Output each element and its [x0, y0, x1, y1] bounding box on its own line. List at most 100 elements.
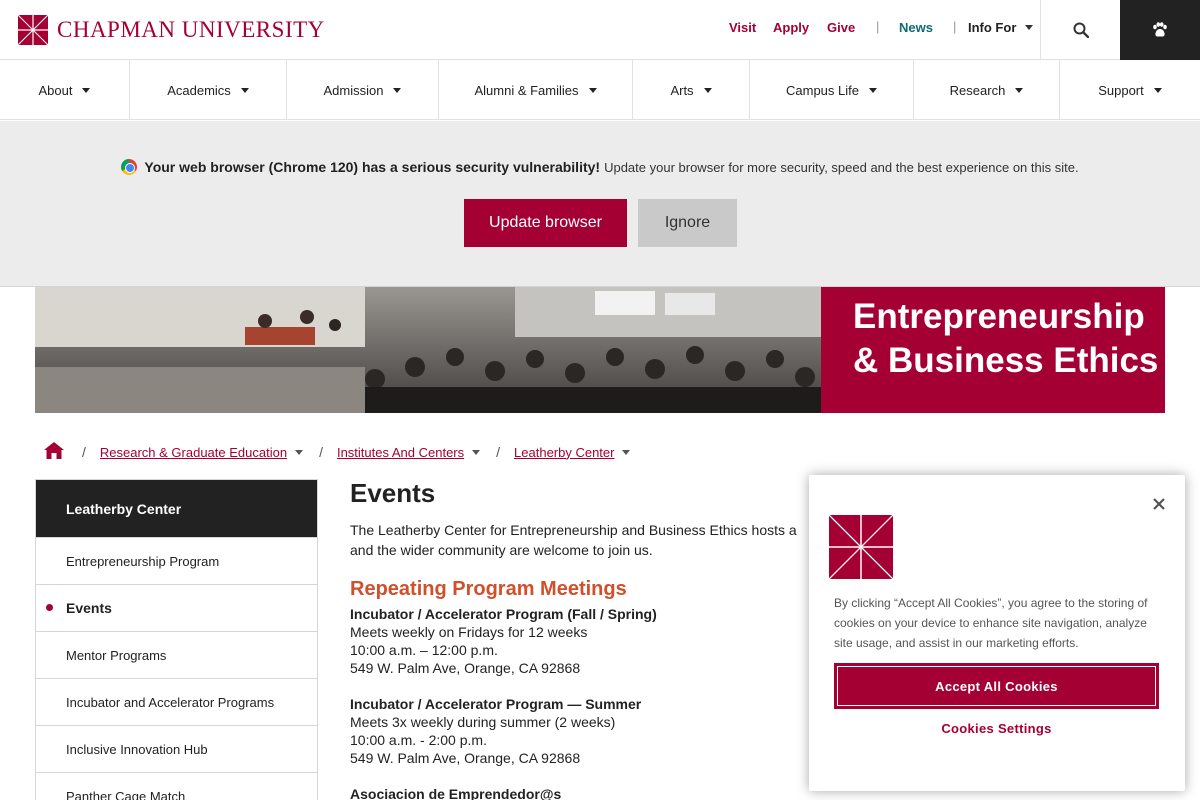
logo-mark-icon — [18, 15, 48, 45]
util-separator: | — [953, 19, 957, 34]
event-schedule: Meets 3x weekly during summer (2 weeks) — [350, 714, 616, 730]
hero-banner: Entrepreneurship & Business Ethics — [35, 287, 1165, 413]
home-button[interactable] — [44, 442, 64, 462]
breadcrumb-institutes[interactable]: Institutes And Centers — [337, 445, 464, 460]
event-title: Incubator / Accelerator Program — Summer — [350, 696, 642, 712]
chevron-down-icon — [240, 87, 249, 93]
sidebar-title[interactable]: Leatherby Center — [36, 480, 317, 537]
top-bar: CHAPMAN UNIVERSITY Visit Apply Give | Ne… — [0, 0, 1200, 60]
nav-label: About — [38, 82, 73, 98]
sidebar-item-label: Mentor Programs — [66, 647, 167, 663]
chevron-down-icon — [1015, 87, 1024, 93]
cookie-text: By clicking “Accept All Cookies”, you ag… — [834, 596, 1148, 650]
event-schedule: Meets weekly on Fridays for 12 weeks — [350, 624, 588, 640]
nav-arts[interactable]: Arts — [633, 60, 750, 120]
sidebar-item-mentor-programs[interactable]: Mentor Programs — [36, 631, 317, 678]
breadcrumb-leatherby[interactable]: Leatherby Center — [514, 445, 614, 460]
nav-label: Research — [949, 82, 1006, 98]
chevron-down-icon — [1153, 87, 1162, 93]
nav-campus-life[interactable]: Campus Life — [750, 60, 914, 120]
chrome-icon — [121, 159, 138, 175]
chevron-down-icon[interactable] — [622, 449, 631, 455]
search-icon — [1073, 22, 1089, 38]
chevron-down-icon — [393, 87, 402, 93]
nav-label: Academics — [167, 82, 231, 98]
event-item: Asociacion de Emprendedor@s — [350, 785, 810, 800]
sidebar-item-incubator-accelerator[interactable]: Incubator and Accelerator Programs — [36, 678, 317, 725]
cookies-settings-button[interactable]: Cookies Settings — [834, 721, 1159, 745]
event-time: 10:00 a.m. - 2:00 p.m. — [350, 732, 487, 748]
nav-label: Support — [1098, 82, 1144, 98]
search-button[interactable] — [1040, 0, 1120, 60]
event-item: Incubator / Accelerator Program (Fall / … — [350, 605, 810, 677]
update-browser-button[interactable]: Update browser — [464, 199, 627, 247]
nav-alumni-families[interactable]: Alumni & Families — [439, 60, 633, 120]
chevron-down-icon — [1025, 25, 1034, 30]
news-link[interactable]: News — [899, 20, 933, 35]
nav-admission[interactable]: Admission — [287, 60, 439, 120]
sidebar-item-label: Panther Cage Match — [66, 788, 186, 800]
page-title: Events — [350, 478, 436, 508]
sidebar-item-inclusive-innovation-hub[interactable]: Inclusive Innovation Hub — [36, 725, 317, 772]
event-address: 549 W. Palm Ave, Orange, CA 92868 — [350, 660, 581, 676]
sidebar-item-label: Incubator and Accelerator Programs — [66, 694, 275, 710]
info-for-label: Info For — [968, 20, 1017, 35]
chevron-down-icon[interactable] — [295, 449, 304, 455]
apply-link[interactable]: Apply — [773, 20, 809, 35]
nav-label: Arts — [670, 82, 694, 98]
sidebar-item-label: Entrepreneurship Program — [66, 553, 220, 569]
intro-line: and the wider community are welcome to j… — [350, 542, 653, 558]
paw-icon — [1153, 22, 1167, 37]
give-link[interactable]: Give — [827, 20, 855, 35]
event-title: Incubator / Accelerator Program (Fall / … — [350, 606, 657, 622]
hero-photo — [35, 287, 821, 413]
sidebar-item-events[interactable]: Events — [36, 584, 317, 631]
nav-support[interactable]: Support — [1060, 60, 1200, 120]
nav-about[interactable]: About — [0, 60, 130, 120]
nav-label: Campus Life — [786, 82, 859, 98]
breadcrumb-separator: / — [82, 444, 86, 460]
util-separator: | — [876, 19, 880, 34]
paw-button[interactable] — [1120, 0, 1200, 60]
nav-label: Admission — [323, 82, 384, 98]
breadcrumb-separator: / — [496, 444, 501, 460]
home-icon — [44, 442, 64, 459]
nav-research[interactable]: Research — [914, 60, 1060, 120]
section-heading: Repeating Program Meetings — [350, 578, 627, 600]
university-logo[interactable]: CHAPMAN UNIVERSITY — [18, 15, 325, 45]
chevron-down-icon — [588, 87, 597, 93]
info-for-dropdown[interactable]: Info For — [968, 20, 1034, 35]
sidebar-item-panther-cage-match[interactable]: Panther Cage Match — [36, 772, 317, 800]
nav-academics[interactable]: Academics — [130, 60, 287, 120]
chevron-down-icon — [703, 87, 712, 93]
browser-warning-message: Your web browser (Chrome 120) has a seri… — [0, 159, 1200, 175]
event-time: 10:00 a.m. – 12:00 p.m. — [350, 642, 498, 658]
section-sidebar: Leatherby Center Entrepreneurship Progra… — [35, 479, 318, 800]
chevron-down-icon[interactable] — [472, 449, 481, 455]
sidebar-item-label: Events — [66, 600, 112, 616]
cookie-consent-dialog: By clicking “Accept All Cookies”, you ag… — [809, 475, 1185, 791]
sidebar-item-label: Inclusive Innovation Hub — [66, 741, 208, 757]
nav-label: Alumni & Families — [474, 82, 579, 98]
browser-warning-banner: Your web browser (Chrome 120) has a seri… — [0, 121, 1200, 287]
chapman-logo-icon — [828, 514, 894, 580]
breadcrumb-separator: / — [319, 444, 323, 460]
browser-warning-text: Update your browser for more security, s… — [604, 159, 1079, 175]
accept-all-cookies-button[interactable]: Accept All Cookies — [834, 663, 1159, 709]
intro-text: The Leatherby Center for Entrepreneurshi… — [350, 520, 820, 560]
ignore-button[interactable]: Ignore — [638, 199, 737, 247]
visit-link[interactable]: Visit — [729, 20, 756, 35]
chevron-down-icon — [82, 87, 91, 93]
event-title: Asociacion de Emprendedor@s — [350, 786, 562, 800]
breadcrumb: / Research & Graduate Education / Instit… — [44, 440, 646, 464]
intro-line: The Leatherby Center for Entrepreneurshi… — [350, 522, 797, 538]
browser-warning-headline: Your web browser (Chrome 120) has a seri… — [144, 159, 601, 175]
sidebar-item-entrepreneurship-program[interactable]: Entrepreneurship Program — [36, 537, 317, 584]
breadcrumb-research[interactable]: Research & Graduate Education — [100, 445, 287, 460]
event-item: Incubator / Accelerator Program — Summer… — [350, 695, 810, 767]
main-content: Events The Leatherby Center for Entrepre… — [350, 478, 810, 800]
hero-title: Entrepreneurship & Business Ethics — [821, 287, 1165, 413]
close-button[interactable] — [1150, 495, 1168, 513]
hero-title-line: & Business Ethics — [853, 341, 1159, 380]
close-icon — [1153, 498, 1165, 510]
